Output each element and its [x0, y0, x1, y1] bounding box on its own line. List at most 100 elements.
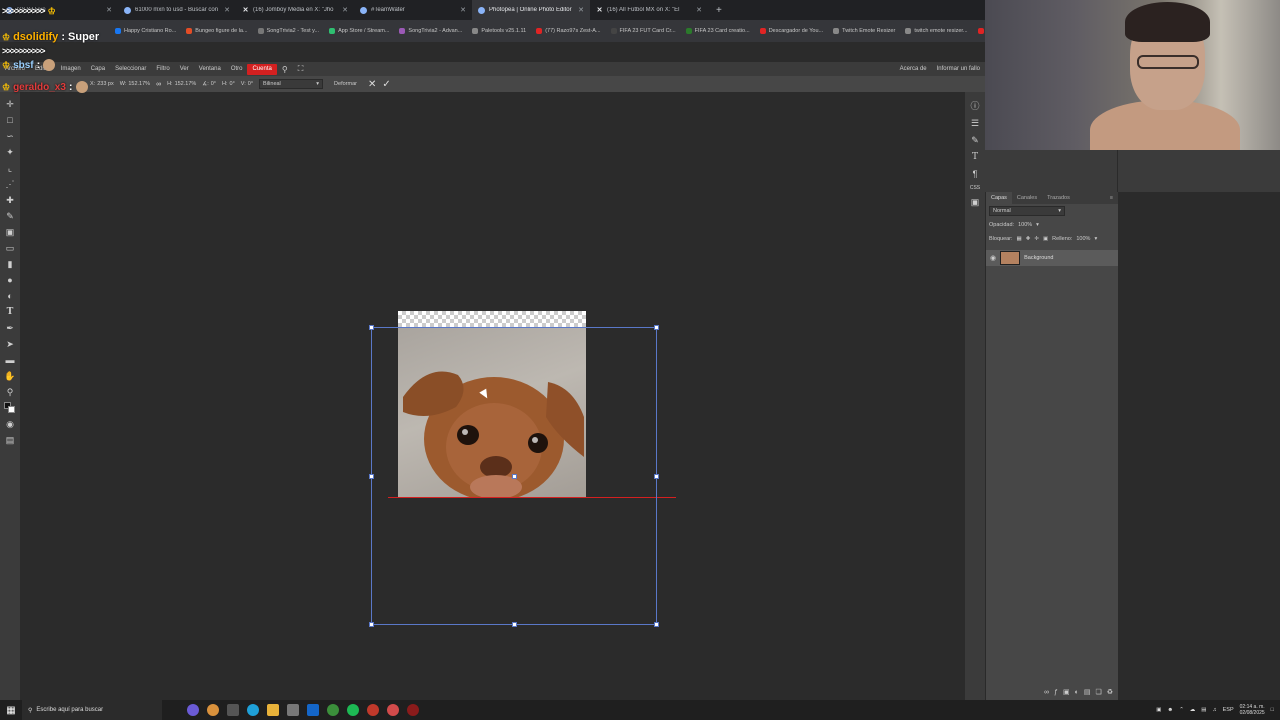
- handle-bottom-right[interactable]: [654, 622, 659, 627]
- fill-input[interactable]: 100%: [1076, 236, 1090, 242]
- people-icon[interactable]: ☻: [1167, 707, 1173, 713]
- panel-menu-icon[interactable]: ≡: [1105, 192, 1118, 204]
- app-icon[interactable]: [407, 704, 419, 716]
- handle-middle-right[interactable]: [654, 474, 659, 479]
- stream-chat-overlay: >>>>>>>>>> ♔ ♔ dsolidify: Super >>>>>>>>>>…: [2, 4, 99, 94]
- panel-top-area: [985, 150, 1280, 192]
- cloud-icon[interactable]: ☁: [1190, 707, 1196, 713]
- chat-message: :: [68, 81, 73, 93]
- network-icon[interactable]: ▤: [1201, 707, 1206, 713]
- windows-start-icon[interactable]: ▦: [0, 700, 22, 720]
- tab-capas[interactable]: Capas: [986, 192, 1012, 204]
- spotify-icon[interactable]: [347, 704, 359, 716]
- trash-icon[interactable]: ♻: [1107, 688, 1113, 696]
- chat-username: geraldo_x3: [13, 81, 66, 93]
- handle-bottom-center[interactable]: [512, 622, 517, 627]
- search-icon: ⚲: [28, 707, 33, 714]
- language-indicator[interactable]: ESP: [1223, 707, 1234, 713]
- emote-icon: [75, 81, 88, 93]
- tab-canales[interactable]: Canales: [1012, 192, 1042, 204]
- transform-bounding-box[interactable]: [369, 325, 659, 627]
- css-label[interactable]: CSS: [970, 185, 980, 191]
- chrome-icon[interactable]: [327, 704, 339, 716]
- transparent-area: [398, 311, 586, 327]
- layers-footer: ∞ ƒ ▣ ◐ ▤ ❏ ♻: [986, 686, 1119, 698]
- paragraph-icon[interactable]: ¶: [968, 168, 982, 180]
- notifications-icon[interactable]: □: [1271, 707, 1274, 713]
- windows-taskbar: ▦ ⚲ Escribe aquí para buscar ▣ ☻ ⌃ ☁ ▤ ♫: [0, 700, 1280, 720]
- handle-middle-left[interactable]: [369, 474, 374, 479]
- panel-separator: [1117, 150, 1118, 192]
- clock[interactable]: 02:14 a. m. 02/08/2025: [1240, 704, 1265, 716]
- store-icon[interactable]: [287, 704, 299, 716]
- character-icon[interactable]: T: [968, 151, 982, 163]
- bookmark-favicon-icon: [977, 28, 984, 34]
- handle-bottom-left[interactable]: [369, 622, 374, 627]
- visibility-eye-icon[interactable]: ◉: [990, 254, 996, 262]
- canvas-workspace[interactable]: [0, 0, 965, 700]
- properties-icon[interactable]: ☰: [968, 117, 982, 129]
- lock-label: Bloquear:: [989, 236, 1013, 242]
- layer-name: Background: [1024, 255, 1054, 261]
- volume-icon[interactable]: ♫: [1213, 707, 1217, 713]
- edge-icon[interactable]: [247, 704, 259, 716]
- image-icon[interactable]: ▣: [968, 196, 982, 208]
- webcam-overlay: [985, 0, 1280, 150]
- badge-icon: ♔: [2, 81, 11, 92]
- blend-mode-value: Normal: [993, 208, 1011, 214]
- folder-icon[interactable]: ▤: [1084, 688, 1091, 696]
- chat-line: >>>>>>>>>> ♔: [2, 4, 99, 18]
- chevron-down-icon[interactable]: ▾: [1094, 236, 1097, 242]
- chrome-icon[interactable]: [387, 704, 399, 716]
- brush-settings-icon[interactable]: ✎: [968, 134, 982, 146]
- file-explorer-icon[interactable]: [267, 704, 279, 716]
- taskbar-apps: [187, 704, 419, 716]
- link-layers-icon[interactable]: ∞: [1044, 689, 1049, 696]
- lock-row: Bloquear: ▦ ✚ ✛ ▣ Relleno: 100% ▾: [986, 232, 1118, 246]
- app-icon[interactable]: [207, 704, 219, 716]
- layer-thumbnail: [1000, 251, 1021, 265]
- new-layer-icon[interactable]: ❏: [1095, 688, 1101, 696]
- tab-trazados[interactable]: Trazados: [1042, 192, 1075, 204]
- adjustment-icon[interactable]: ◐: [1075, 689, 1079, 696]
- chevron-down-icon[interactable]: ▾: [1036, 222, 1039, 228]
- handle-top-left[interactable]: [369, 325, 374, 330]
- cortana-icon[interactable]: [187, 704, 199, 716]
- layer-effects-icon[interactable]: ƒ: [1054, 689, 1058, 696]
- screen: CSTV Live ✕ 61000 mxn to usd - Buscar con ✕…: [0, 0, 1280, 720]
- layers-panel-tabs: Capas Canales Trazados ≡: [986, 192, 1118, 204]
- chat-arrows: >>>>>>>>>>: [2, 6, 46, 16]
- chat-arrows: >>>>>>>>>>: [2, 46, 46, 56]
- fill-label: Relleno:: [1052, 236, 1073, 242]
- task-view-icon[interactable]: [227, 704, 239, 716]
- layers-panel: Capas Canales Trazados ≡ Normal ▾ Opacida…: [985, 192, 1118, 700]
- opacity-row: Opacidad: 100% ▾: [986, 218, 1118, 232]
- search-placeholder: Escribe aquí para buscar: [36, 707, 104, 713]
- blend-row: Normal ▾: [986, 204, 1118, 218]
- tray-app-icon[interactable]: ▣: [1156, 707, 1161, 713]
- handle-center[interactable]: [512, 474, 517, 479]
- crown-icon: ♔: [47, 5, 56, 16]
- system-tray: ▣ ☻ ⌃ ☁ ▤ ♫ ESP 02:14 a. m. 02/08/2025 □: [1156, 704, 1280, 716]
- mask-icon[interactable]: ▣: [1063, 688, 1070, 696]
- opacity-input[interactable]: 100%: [1018, 222, 1032, 228]
- streamer-glasses: [1137, 55, 1199, 69]
- blend-mode-select[interactable]: Normal ▾: [989, 206, 1065, 216]
- chat-line: >>>>>>>>>>: [2, 44, 99, 58]
- lock-transparency-icon[interactable]: ▦: [1017, 236, 1022, 242]
- streamer-hair: [1125, 2, 1210, 42]
- outlook-icon[interactable]: [307, 704, 319, 716]
- handle-top-right[interactable]: [654, 325, 659, 330]
- lock-all-icon[interactable]: ▣: [1043, 236, 1048, 242]
- lock-position-icon[interactable]: ✛: [1034, 236, 1039, 242]
- chat-message: :: [36, 59, 41, 71]
- chevron-up-icon[interactable]: ⌃: [1179, 707, 1184, 713]
- chat-line: ♔ geraldo_x3:: [2, 80, 99, 94]
- emote-icon: [43, 59, 56, 71]
- taskbar-search[interactable]: ⚲ Escribe aquí para buscar: [22, 700, 162, 720]
- lock-pixels-icon[interactable]: ✚: [1026, 236, 1031, 242]
- info-icon[interactable]: ⓘ: [968, 100, 982, 112]
- chat-username: dsolidify: [13, 31, 59, 43]
- layer-row[interactable]: ◉ Background: [986, 250, 1118, 266]
- app-icon[interactable]: [367, 704, 379, 716]
